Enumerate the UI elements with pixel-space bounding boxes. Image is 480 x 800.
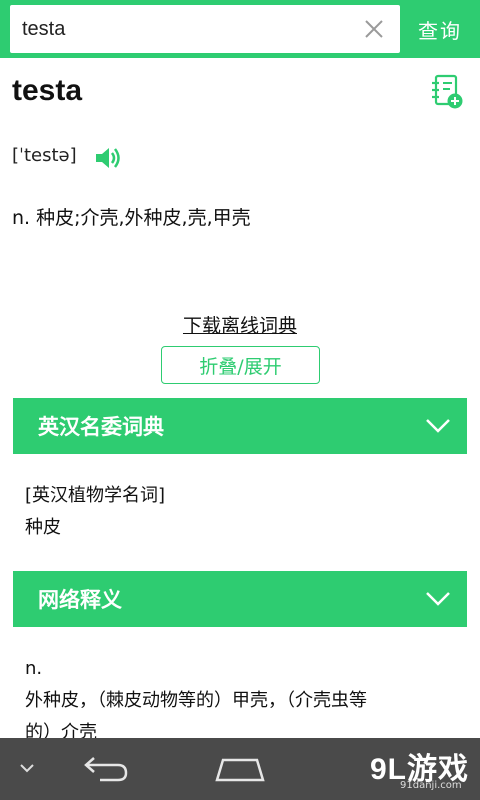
section-line: [英汉植物学名词] [25, 485, 166, 506]
chevron-down-icon[interactable] [425, 587, 451, 609]
watermark-url: 91danji.com [400, 780, 462, 791]
query-button[interactable]: 查询 [400, 0, 480, 58]
section-body-dictionary: [英汉植物学名词] 种皮 [25, 480, 165, 544]
chevron-down-icon[interactable] [18, 760, 36, 776]
section-body-web-definitions: n. 外种皮，（棘皮动物等的）甲壳，（介壳虫等 的）介壳 [25, 653, 465, 749]
section-line: 外种皮，（棘皮动物等的）甲壳，（介壳虫等 [25, 690, 367, 711]
fold-expand-button[interactable]: 折叠/展开 [161, 346, 320, 384]
chevron-down-icon[interactable] [425, 414, 451, 436]
download-offline-dictionary-link[interactable]: 下载离线词典 [0, 311, 480, 338]
search-box[interactable] [10, 5, 400, 53]
section-header-web-definitions[interactable]: 网络释义 [13, 571, 467, 627]
section-title: 网络释义 [38, 588, 122, 612]
phonetic: [ˈtestə] [12, 145, 77, 166]
close-icon[interactable] [362, 17, 386, 41]
back-icon[interactable] [80, 754, 132, 784]
speaker-icon[interactable] [94, 145, 122, 171]
section-line: 种皮 [25, 517, 61, 538]
search-input[interactable] [22, 5, 352, 53]
wordbook-add-icon[interactable] [430, 74, 464, 110]
home-icon[interactable] [213, 754, 267, 784]
basic-definition: n. 种皮;介壳,外种皮,壳,甲壳 [12, 207, 251, 229]
system-nav-bar: 9L游戏 91danji.com [0, 738, 480, 800]
headword: testa [12, 74, 83, 107]
search-bar: 查询 [0, 0, 480, 58]
section-header-dictionary[interactable]: 英汉名委词典 [13, 398, 467, 454]
section-line: n. [25, 658, 43, 679]
watermark-logo: 9L游戏 91danji.com [370, 744, 478, 796]
section-title: 英汉名委词典 [38, 415, 164, 439]
